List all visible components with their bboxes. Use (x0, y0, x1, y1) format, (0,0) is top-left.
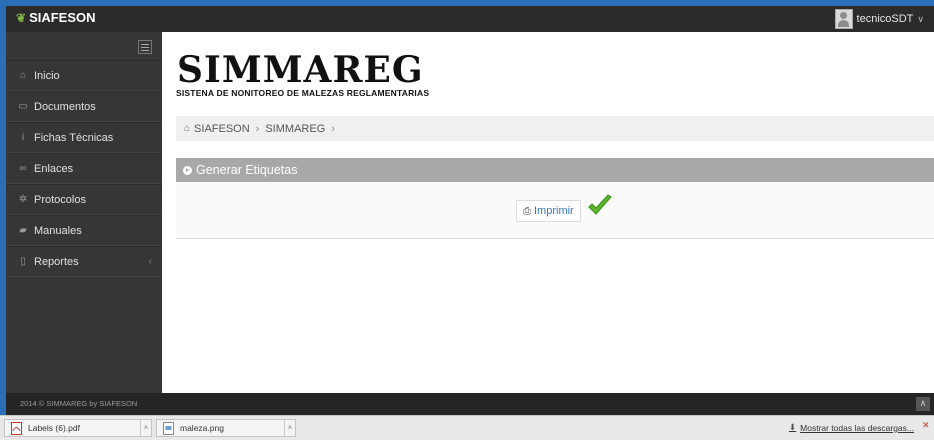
file-icon: ▯ (20, 256, 26, 267)
breadcrumb-item-siafeson[interactable]: SIAFESON (194, 123, 250, 135)
user-menu[interactable]: tecnicoSDT ∨ (834, 9, 924, 29)
sidebar-item-label: Manuales (34, 224, 82, 237)
image-file-icon (163, 421, 174, 435)
brand-name: SIAFESON (29, 10, 96, 25)
pdf-file-icon (11, 421, 22, 435)
book-icon: ▰ (19, 225, 27, 236)
link-icon: ∞ (19, 163, 27, 174)
user-name: tecnicoSDT (856, 13, 914, 25)
panel-title: Generar Etiquetas (196, 163, 298, 177)
main-content: SIMMAREG SISTENA DE NONITOREO DE MALEZAS… (162, 32, 934, 393)
show-all-label: Mostrar todas las descargas... (800, 422, 914, 433)
sidebar-item-reportes[interactable]: ▯ Reportes ‹ (6, 246, 162, 277)
download-item[interactable]: Labels (6).pdf ˄ (4, 419, 152, 437)
breadcrumb: ⌂ SIAFESON › SIMMAREG › (176, 116, 934, 141)
sidebar-item-label: Inicio (34, 69, 60, 82)
circle-arrow-icon (183, 165, 192, 175)
sidebar-item-documentos[interactable]: ▭ Documentos (6, 91, 162, 122)
printer-icon: ⎙ (523, 205, 531, 217)
page-title: SIMMAREG (177, 49, 424, 91)
sidebar-item-label: Documentos (34, 100, 96, 113)
breadcrumb-item-simmareg[interactable]: SIMMAREG (265, 123, 325, 135)
footer: 2014 © SIMMAREG by SIAFESON ∧ (6, 393, 934, 415)
page-subtitle: SISTENA DE NONITOREO DE MALEZAS REGLAMEN… (176, 88, 430, 98)
chevron-up-icon[interactable]: ˄ (140, 420, 151, 436)
print-button-label: Imprimir (534, 205, 574, 217)
folder-icon: ▭ (18, 101, 28, 112)
chevron-up-icon: ∧ (919, 399, 927, 409)
close-icon[interactable]: ✕ (922, 420, 932, 434)
panel-header: Generar Etiquetas (176, 158, 934, 182)
sidebar-item-label: Fichas Técnicas (34, 131, 114, 144)
home-icon: ⌂ (19, 70, 27, 81)
brand-logo[interactable]: ❦ SIAFESON (16, 10, 96, 25)
sidebar: ⌂ Inicio ▭ Documentos i Fichas Técnicas … (6, 32, 162, 393)
show-all-downloads-link[interactable]: ⬇ Mostrar todas las descargas... (789, 422, 914, 433)
info-icon: i (21, 132, 25, 143)
footer-copyright: 2014 © SIMMAREG by SIAFESON (20, 399, 138, 408)
home-icon: ⌂ (184, 123, 191, 134)
chevron-down-icon: ∨ (917, 13, 924, 24)
menu-toggle-icon[interactable] (138, 40, 152, 54)
checkmark-icon (588, 194, 612, 215)
leaf-icon: ❦ (16, 10, 27, 25)
download-item[interactable]: maleza.png ˄ (156, 419, 296, 437)
sidebar-item-protocolos[interactable]: ✲ Protocolos (6, 184, 162, 215)
sidebar-item-label: Protocolos (34, 193, 86, 206)
chevron-left-icon: ‹ (148, 256, 152, 267)
gear-icon: ✲ (18, 194, 28, 205)
download-filename: Labels (6).pdf (28, 423, 80, 433)
avatar (834, 9, 853, 29)
print-button[interactable]: ⎙ Imprimir (516, 200, 581, 222)
sidebar-menu: ⌂ Inicio ▭ Documentos i Fichas Técnicas … (6, 60, 162, 277)
sidebar-item-fichas-tecnicas[interactable]: i Fichas Técnicas (6, 122, 162, 153)
sidebar-item-manuales[interactable]: ▰ Manuales (6, 215, 162, 246)
sidebar-item-label: Enlaces (34, 162, 74, 175)
breadcrumb-separator: › (331, 122, 335, 135)
scroll-to-top-button[interactable]: ∧ (916, 397, 930, 411)
breadcrumb-separator: › (255, 122, 260, 135)
chevron-up-icon[interactable]: ˄ (284, 420, 295, 436)
panel-body: ⎙ Imprimir (176, 182, 934, 239)
sidebar-item-inicio[interactable]: ⌂ Inicio (6, 60, 162, 91)
sidebar-item-enlaces[interactable]: ∞ Enlaces (6, 153, 162, 184)
downloads-bar: Labels (6).pdf ˄ maleza.png ˄ ⬇ Mostrar … (0, 415, 934, 440)
sidebar-item-label: Reportes (34, 255, 79, 268)
download-icon: ⬇ (789, 422, 797, 432)
top-navbar: ❦ SIAFESON tecnicoSDT ∨ (6, 6, 934, 32)
download-filename: maleza.png (180, 423, 224, 433)
